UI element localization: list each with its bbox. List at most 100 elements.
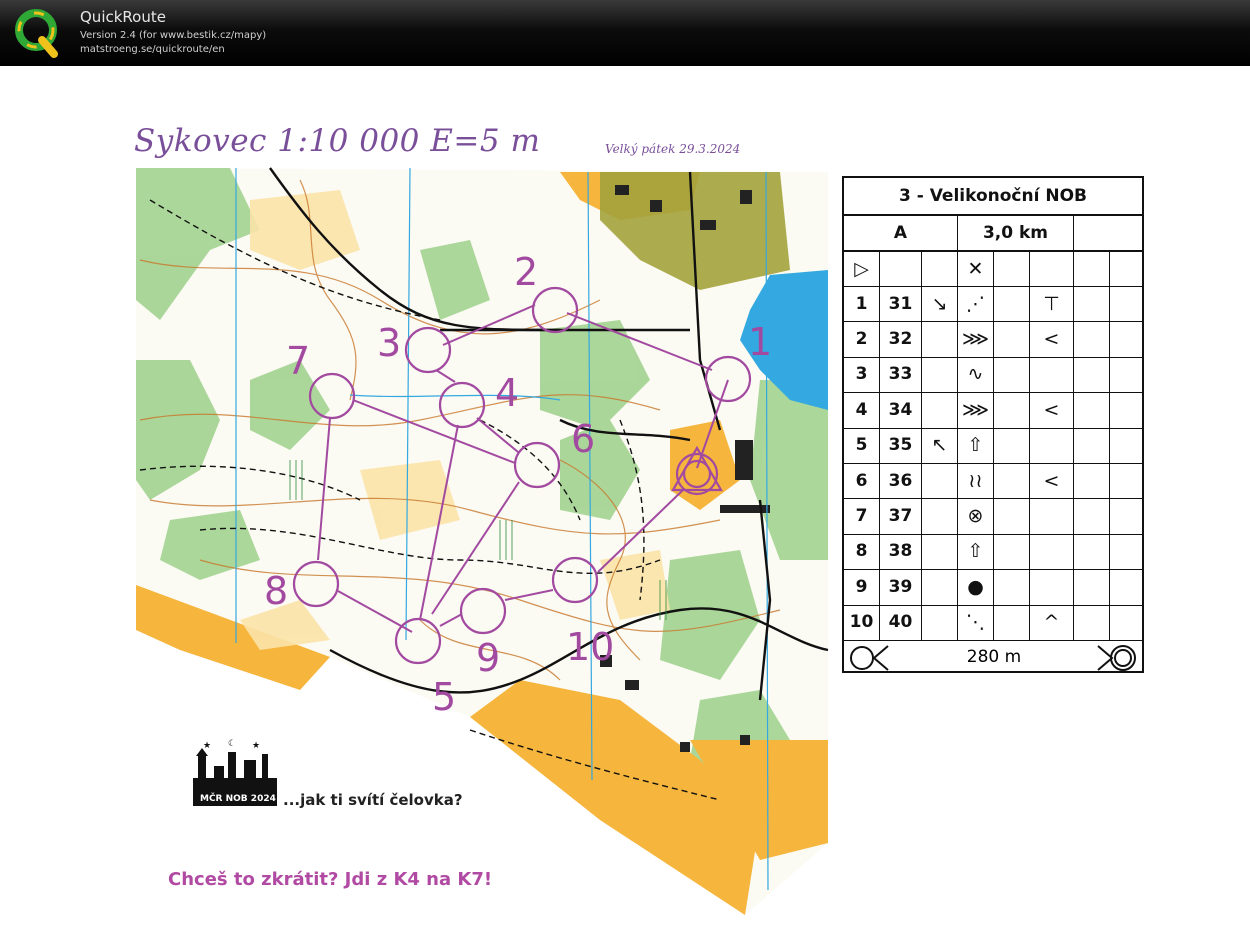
row-cell-d: ⋙ <box>958 321 994 357</box>
row-cell-d: ⇧ <box>958 533 994 570</box>
row-cell-d: ⋙ <box>958 392 994 428</box>
row-cell-e <box>994 463 1030 499</box>
row-cell-c: ↖ <box>922 427 958 463</box>
control-number-6: 6 <box>571 417 595 461</box>
control-number-3: 3 <box>377 321 401 365</box>
row-cell-g <box>1074 498 1110 534</box>
course-title: 3 - Velikonoční NOB <box>844 178 1142 216</box>
row-cell-c <box>922 392 958 428</box>
control-row: 1 31 ↘ ⋰ ⊤ <box>844 286 1142 323</box>
row-cell-code: 36 <box>880 463 922 499</box>
row-cell-no: 2 <box>844 321 880 357</box>
row-cell-h <box>1110 428 1142 463</box>
row-cell-g <box>1074 356 1110 393</box>
row-cell-f: ^ <box>1030 604 1074 640</box>
row-cell-c <box>922 569 958 605</box>
row-cell-e <box>994 604 1030 640</box>
row-cell-e <box>994 286 1030 322</box>
row-cell-h <box>1110 286 1142 321</box>
control-number-7: 7 <box>286 339 310 383</box>
app-version: Version 2.4 (for www.bestik.cz/mapy) <box>80 30 267 41</box>
row-cell-c <box>922 321 958 357</box>
row-cell-f <box>1030 533 1074 570</box>
row-cell-h <box>1110 321 1142 356</box>
row-cell-g <box>1074 569 1110 605</box>
row-cell-h <box>1110 357 1142 392</box>
row-cell-d: ⇧ <box>958 427 994 463</box>
event-logo: ★ ☾ ★ MČR NOB 2024 <box>193 739 277 806</box>
app-titlebar: QuickRoute Version 2.4 (for www.bestik.c… <box>0 0 1250 66</box>
row-cell-no: 8 <box>844 533 880 570</box>
row-cell-g <box>1074 533 1110 570</box>
row-cell-code: 32 <box>880 321 922 357</box>
row-cell-g <box>1074 604 1110 640</box>
row-cell-code: 37 <box>880 498 922 534</box>
row-cell-d: ≀≀ <box>958 463 994 499</box>
row-cell-c <box>922 604 958 640</box>
start-row: ▷ ✕ <box>844 251 1142 287</box>
row-cell-no: 4 <box>844 392 880 428</box>
row-cell-c <box>922 356 958 393</box>
svg-text:☾: ☾ <box>228 739 236 749</box>
row-cell-f: < <box>1030 392 1074 428</box>
row-cell-f <box>1030 498 1074 534</box>
row-cell-c: ↘ <box>922 286 958 322</box>
row-cell-d: ● <box>958 569 994 605</box>
control-number-9: 9 <box>476 636 500 680</box>
row-cell-h <box>1110 498 1142 533</box>
control-number-10: 10 <box>566 625 614 669</box>
start-feature-symbol: ✕ <box>958 251 994 286</box>
finish-circle-icon <box>1097 645 1136 671</box>
row-cell-d: ⊗ <box>958 498 994 534</box>
control-row: 2 32 ⋙ < <box>844 321 1142 358</box>
finish-distance: 280 m <box>966 647 1022 667</box>
course-climb <box>1074 216 1142 250</box>
row-cell-g <box>1074 321 1110 357</box>
row-cell-no: 6 <box>844 463 880 499</box>
row-cell-code: 35 <box>880 427 922 463</box>
row-cell-code: 31 <box>880 286 922 322</box>
row-cell-f: < <box>1030 321 1074 357</box>
row-cell-no: 3 <box>844 356 880 393</box>
control-row: 6 36 ≀≀ < <box>844 463 1142 500</box>
shortcut-note: Chceš to zkrátit? Jdi z K4 na K7! <box>168 869 493 890</box>
row-cell-f <box>1030 427 1074 463</box>
control-row: 8 38 ⇧ <box>844 533 1142 571</box>
row-cell-c <box>922 533 958 570</box>
row-cell-d: ⋰ <box>958 286 994 322</box>
row-cell-h <box>1110 463 1142 498</box>
row-cell-f <box>1030 569 1074 605</box>
row-cell-g <box>1074 392 1110 428</box>
row-cell-code: 34 <box>880 392 922 428</box>
row-cell-f: ⊤ <box>1030 286 1074 322</box>
control-row: 10 40 ⋱ ^ <box>844 604 1142 641</box>
row-cell-no: 1 <box>844 286 880 322</box>
course-length: 3,0 km <box>958 216 1074 250</box>
row-cell-e <box>994 356 1030 393</box>
row-cell-f <box>1030 356 1074 393</box>
course-class: A <box>844 216 958 250</box>
quickroute-logo-icon <box>15 9 58 58</box>
map-canvas[interactable]: 1 2 3 4 5 6 7 8 9 10 ★ ☾ ★ MČR NOB 2024 <box>0 66 1250 937</box>
map-title: Sykovec 1:10 000 E=5 m <box>134 123 541 159</box>
control-number-4: 4 <box>495 371 519 415</box>
row-cell-h <box>1110 534 1142 569</box>
svg-text:★: ★ <box>252 741 260 751</box>
row-cell-g <box>1074 286 1110 322</box>
row-cell-no: 10 <box>844 604 880 640</box>
row-cell-c <box>922 498 958 534</box>
row-cell-e <box>994 427 1030 463</box>
control-number-5: 5 <box>432 675 456 719</box>
finish-start-icon <box>850 645 889 671</box>
row-cell-e <box>994 498 1030 534</box>
course-info-row: A 3,0 km <box>844 216 1142 252</box>
row-cell-d: ∿ <box>958 356 994 393</box>
row-cell-no: 7 <box>844 498 880 534</box>
row-cell-code: 40 <box>880 604 922 640</box>
row-cell-g <box>1074 427 1110 463</box>
svg-text:★: ★ <box>203 741 211 751</box>
row-cell-e <box>994 392 1030 428</box>
row-cell-h <box>1110 569 1142 604</box>
row-cell-code: 33 <box>880 356 922 393</box>
control-number-2: 2 <box>514 250 538 294</box>
